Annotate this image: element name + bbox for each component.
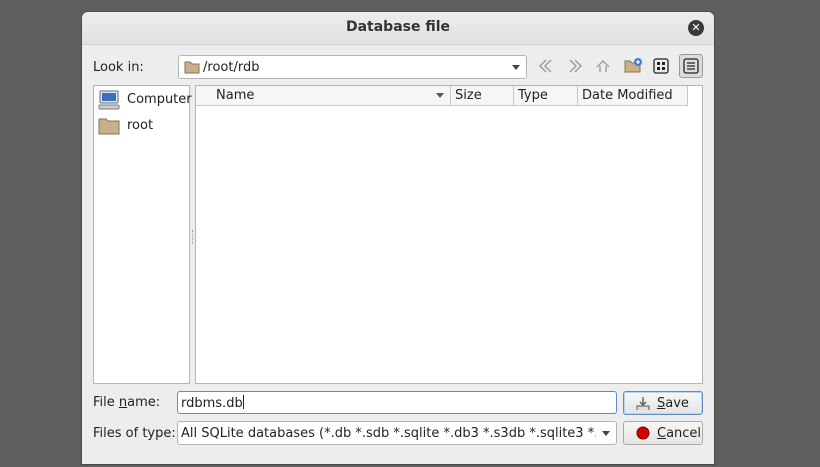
computer-icon	[98, 90, 120, 110]
icon-view-icon	[653, 58, 669, 74]
cancel-icon	[636, 426, 650, 440]
detail-view-button[interactable]	[679, 54, 703, 78]
title-bar[interactable]: Database file ✕	[82, 12, 714, 45]
up-button[interactable]	[592, 55, 614, 77]
file-list[interactable]: Name Size Type Date Modified	[195, 85, 703, 384]
up-icon	[596, 60, 610, 72]
cancel-label: Cancel	[657, 426, 702, 441]
new-folder-button[interactable]	[622, 55, 644, 77]
column-header-size[interactable]: Size	[451, 86, 514, 106]
file-name-value: rdbms.db	[181, 395, 244, 411]
column-header-name[interactable]: Name	[196, 86, 451, 106]
file-type-combo[interactable]: All SQLite databases (*.db *.sdb *.sqlit…	[177, 421, 617, 445]
look-in-combo[interactable]: /root/rdb	[178, 55, 527, 79]
back-icon	[539, 59, 552, 73]
look-in-label: Look in:	[93, 60, 144, 75]
database-file-dialog: Database file ✕ Look in: /root/rdb Compu…	[82, 12, 714, 464]
save-button[interactable]: Save	[623, 391, 703, 415]
save-label: Save	[657, 396, 689, 411]
dialog-title: Database file	[345, 19, 451, 35]
detail-view-icon	[683, 58, 699, 74]
place-label: root	[127, 118, 154, 133]
column-label: Type	[518, 88, 548, 103]
look-in-path: /root/rdb	[203, 60, 260, 75]
column-label: Name	[216, 88, 255, 103]
forward-button[interactable]	[564, 55, 586, 77]
close-icon: ✕	[691, 21, 701, 34]
column-header-date-modified[interactable]: Date Modified	[578, 86, 688, 106]
text-cursor	[242, 395, 244, 409]
folder-icon	[184, 61, 200, 74]
file-type-label: Files of type:	[93, 426, 176, 441]
column-label: Size	[455, 88, 482, 103]
place-label: Computer	[127, 92, 192, 107]
place-item-root[interactable]: root	[98, 114, 188, 138]
column-header-type[interactable]: Type	[514, 86, 578, 106]
place-item-computer[interactable]: Computer	[98, 88, 192, 112]
file-name-label: File name:	[93, 395, 161, 410]
chevron-down-icon	[602, 431, 610, 436]
cancel-button[interactable]: Cancel	[623, 421, 703, 445]
chevron-down-icon	[512, 65, 520, 70]
file-type-value: All SQLite databases (*.db *.sdb *.sqlit…	[181, 426, 596, 441]
new-folder-icon	[624, 58, 642, 73]
column-label: Date Modified	[582, 88, 673, 103]
file-name-field[interactable]: rdbms.db	[177, 391, 617, 414]
folder-icon	[98, 118, 120, 135]
back-button[interactable]	[535, 55, 557, 77]
icon-view-button[interactable]	[650, 55, 672, 77]
save-icon	[636, 397, 650, 410]
sort-down-icon	[436, 93, 444, 98]
places-sidebar: Computer root	[93, 85, 192, 384]
close-button[interactable]: ✕	[688, 20, 704, 36]
forward-icon	[569, 59, 582, 73]
